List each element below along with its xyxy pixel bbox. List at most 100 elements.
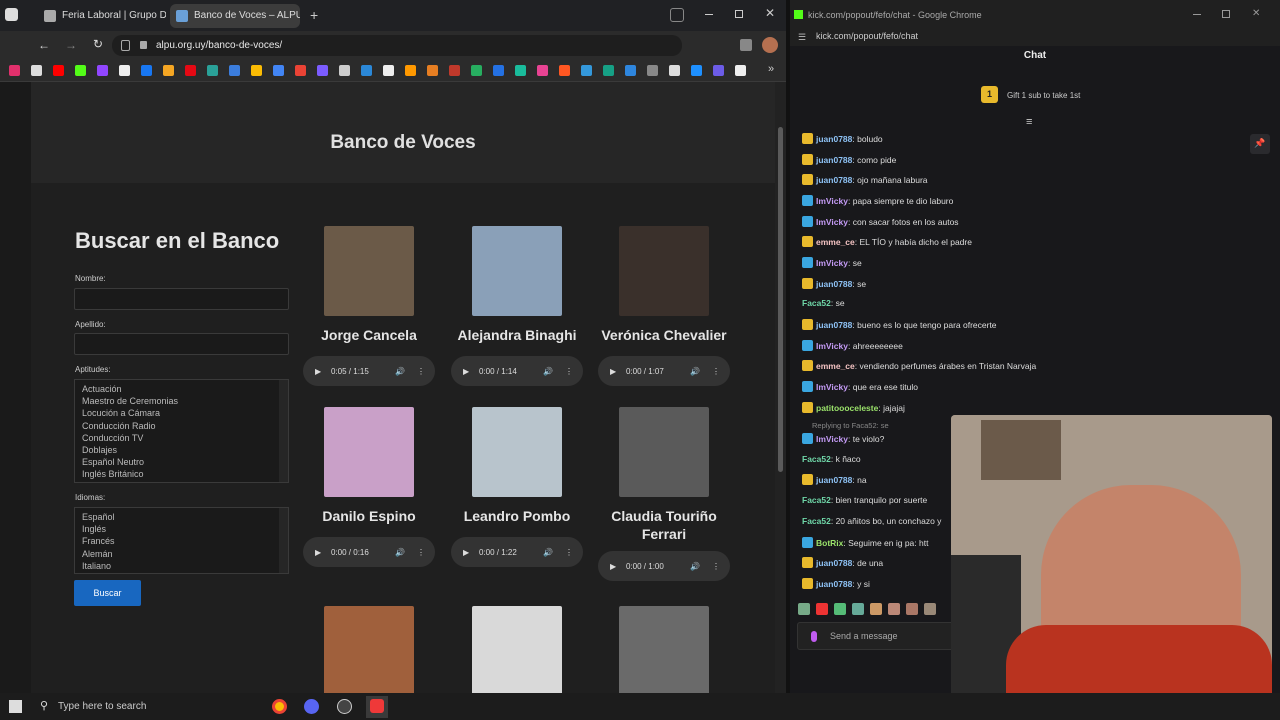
- chat-username[interactable]: juan0788: [816, 134, 852, 144]
- extensions-icon[interactable]: [740, 39, 752, 51]
- twitch-icon[interactable]: [97, 65, 108, 76]
- aptitud-option[interactable]: Inglés Británico: [82, 468, 288, 480]
- emote-icon[interactable]: [870, 603, 882, 615]
- bookmark-icon[interactable]: [713, 65, 724, 76]
- x-icon[interactable]: [31, 65, 42, 76]
- audio-player[interactable]: ▶ 0:00 / 1:00 🔊 ⋮: [598, 551, 730, 581]
- bookmark-icon[interactable]: [735, 65, 746, 76]
- bookmark-icon[interactable]: [669, 65, 680, 76]
- idioma-option[interactable]: Italiano: [82, 560, 288, 572]
- idiomas-select[interactable]: Español Inglés Francés Alemán Italiano: [74, 507, 289, 574]
- windows-start-icon[interactable]: [9, 700, 22, 713]
- tab-list-icon[interactable]: [670, 8, 684, 22]
- bookmark-icon[interactable]: [647, 65, 658, 76]
- search-icon[interactable]: ⚲: [40, 699, 48, 712]
- chat-username[interactable]: juan0788: [816, 155, 852, 165]
- emote-icon[interactable]: [888, 603, 900, 615]
- chat-username[interactable]: ImVicky: [816, 196, 848, 206]
- bookmark-icon[interactable]: [691, 65, 702, 76]
- pin-icon[interactable]: 📌: [1250, 134, 1270, 154]
- audio-player[interactable]: ▶ 0:00 / 0:16 🔊 ⋮: [303, 537, 435, 567]
- more-options-icon[interactable]: ⋮: [565, 367, 573, 376]
- play-icon[interactable]: ▶: [315, 367, 321, 376]
- chat-username[interactable]: juan0788: [816, 579, 852, 589]
- bookmark-icon[interactable]: [339, 65, 350, 76]
- scrollbar-thumb[interactable]: [778, 127, 783, 472]
- filter-icon[interactable]: ≡: [1026, 116, 1032, 128]
- chat-username[interactable]: ImVicky: [816, 217, 848, 227]
- emote-icon[interactable]: [852, 603, 864, 615]
- youtube-icon[interactable]: [53, 65, 64, 76]
- play-icon[interactable]: ▶: [463, 367, 469, 376]
- bookmark-icon[interactable]: [515, 65, 526, 76]
- chat-message-input[interactable]: Send a message: [797, 622, 967, 650]
- play-icon[interactable]: ▶: [610, 367, 616, 376]
- emote-icon[interactable]: [834, 603, 846, 615]
- more-options-icon[interactable]: ⋮: [712, 562, 720, 571]
- buscar-button[interactable]: Buscar: [74, 580, 141, 606]
- site-settings-icon[interactable]: ☰: [798, 32, 806, 43]
- idioma-option[interactable]: Francés: [82, 535, 288, 547]
- docs-icon[interactable]: [273, 65, 284, 76]
- more-options-icon[interactable]: ⋮: [417, 548, 425, 557]
- bookmark-icon[interactable]: [361, 65, 372, 76]
- chat-username[interactable]: Faca52: [802, 495, 831, 505]
- volume-icon[interactable]: 🔊: [395, 548, 405, 557]
- bookmark-icon[interactable]: [493, 65, 504, 76]
- volume-icon[interactable]: 🔊: [543, 548, 553, 557]
- bookmark-icon[interactable]: [427, 65, 438, 76]
- listbox-scrollbar[interactable]: [279, 380, 288, 482]
- audio-player[interactable]: ▶ 0:05 / 1:15 🔊 ⋮: [303, 356, 435, 386]
- chat-username[interactable]: Faca52: [802, 516, 831, 526]
- reload-icon[interactable]: ↻: [93, 37, 103, 51]
- bookmark-icon[interactable]: [603, 65, 614, 76]
- tiktok-icon[interactable]: [119, 65, 130, 76]
- chat-username[interactable]: juan0788: [816, 279, 852, 289]
- listbox-scrollbar[interactable]: [279, 508, 288, 573]
- vivaldi-menu-icon[interactable]: [5, 8, 18, 21]
- aptitud-option[interactable]: Conducción TV: [82, 432, 288, 444]
- drive-icon[interactable]: [251, 65, 262, 76]
- gmail-icon[interactable]: [295, 65, 306, 76]
- idioma-option[interactable]: Español: [82, 511, 288, 523]
- aptitud-option[interactable]: Actuación: [82, 383, 288, 395]
- bookmark-icon[interactable]: [163, 65, 174, 76]
- taskbar-search[interactable]: Type here to search: [58, 701, 146, 712]
- bookmark-icon[interactable]: [229, 65, 240, 76]
- minimize-icon[interactable]: [705, 14, 713, 15]
- bookmark-icon[interactable]: [581, 65, 592, 76]
- chat-username[interactable]: ImVicky: [816, 258, 848, 268]
- emote-icon[interactable]: [924, 603, 936, 615]
- bookmark-icon[interactable]: [471, 65, 482, 76]
- maximize-icon[interactable]: [735, 10, 743, 18]
- play-icon[interactable]: ▶: [463, 548, 469, 557]
- app-icon[interactable]: [304, 699, 319, 714]
- emote-icon[interactable]: [816, 603, 828, 615]
- chat-username[interactable]: emme_ce: [816, 237, 855, 247]
- nombre-input[interactable]: [74, 288, 289, 310]
- bookmark-icon[interactable]: [317, 65, 328, 76]
- tab-banco-de-voces[interactable]: Banco de Voces – ALPU: [170, 4, 300, 28]
- bookmark-icon[interactable]: [559, 65, 570, 76]
- volume-icon[interactable]: 🔊: [690, 367, 700, 376]
- close-icon[interactable]: ✕: [1252, 8, 1260, 19]
- chat-username[interactable]: ImVicky: [816, 382, 848, 392]
- chat-username[interactable]: patitoooceleste: [816, 403, 878, 413]
- aptitudes-select[interactable]: Actuación Maestro de Ceremonias Locución…: [74, 379, 289, 483]
- facebook-icon[interactable]: [141, 65, 152, 76]
- tab-feria-laboral[interactable]: Feria Laboral | Grupo De Na: [38, 4, 166, 28]
- minimize-icon[interactable]: [1193, 14, 1201, 15]
- profile-avatar[interactable]: [762, 37, 778, 53]
- chat-username[interactable]: ImVicky: [816, 434, 848, 444]
- aptitud-option[interactable]: Locución a Cámara: [82, 407, 288, 419]
- emote-icon[interactable]: [906, 603, 918, 615]
- new-tab-button[interactable]: +: [310, 7, 318, 23]
- chat-username[interactable]: Faca52: [802, 298, 831, 308]
- netflix-icon[interactable]: [185, 65, 196, 76]
- audio-player[interactable]: ▶ 0:00 / 1:14 🔊 ⋮: [451, 356, 583, 386]
- play-icon[interactable]: ▶: [315, 548, 321, 557]
- aptitud-option[interactable]: Español Neutro: [82, 456, 288, 468]
- more-bookmarks-icon[interactable]: »: [768, 63, 774, 75]
- maximize-icon[interactable]: [1222, 10, 1230, 18]
- play-icon[interactable]: ▶: [610, 562, 616, 571]
